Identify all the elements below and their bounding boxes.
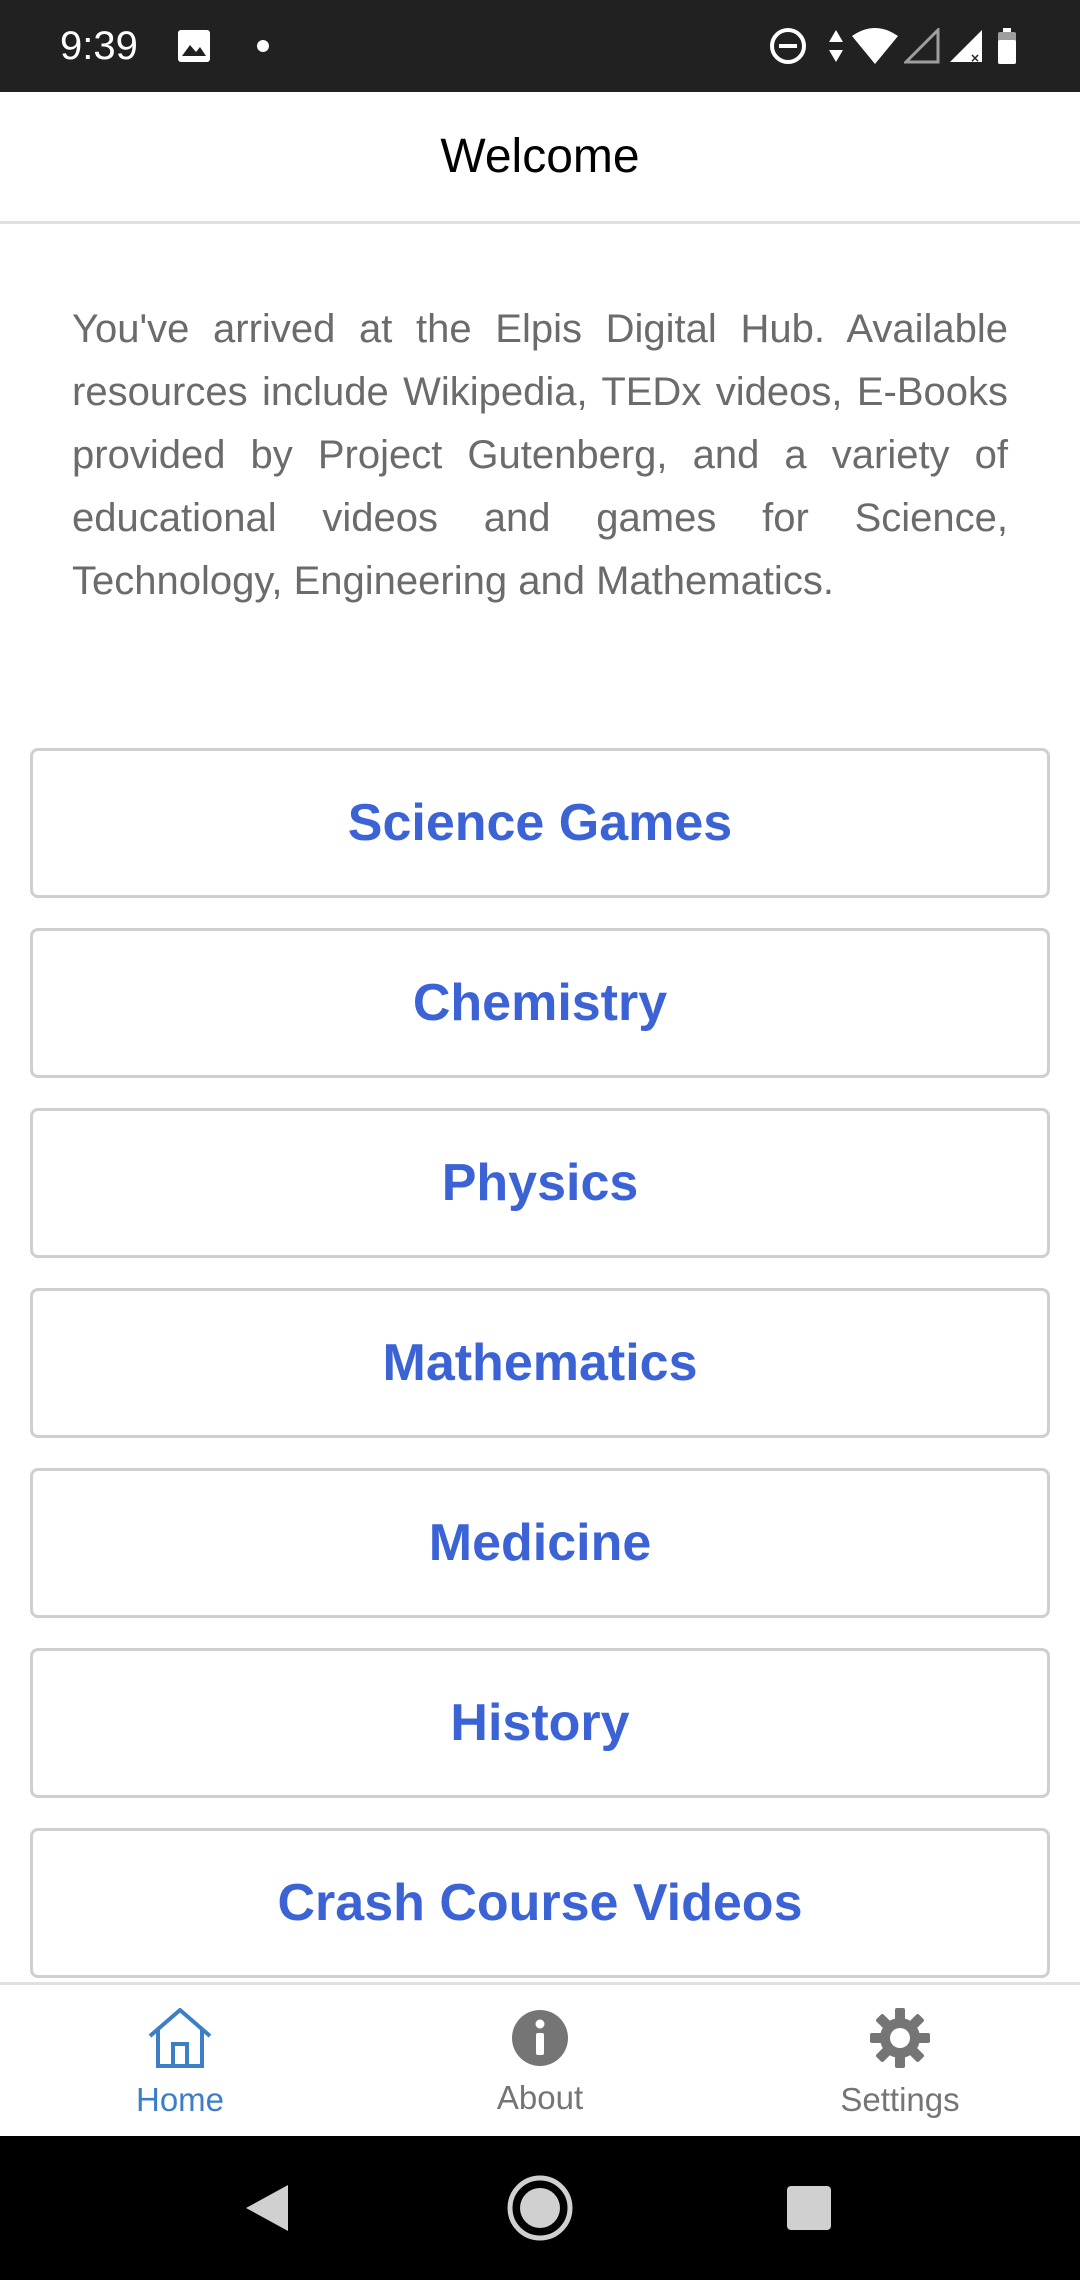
signal-empty-icon: [904, 0, 940, 92]
medicine-button[interactable]: Medicine: [30, 1468, 1050, 1618]
info-icon: [510, 2008, 570, 2073]
history-button[interactable]: History: [30, 1648, 1050, 1798]
main-content[interactable]: You've arrived at the Elpis Digital Hub.…: [0, 226, 1080, 1982]
tab-home[interactable]: Home: [0, 1985, 360, 2139]
image-icon: [176, 0, 212, 92]
home-nav-icon[interactable]: [506, 2136, 574, 2280]
wifi-icon: ×: [850, 0, 900, 92]
system-nav-bar: [0, 2136, 1080, 2280]
chemistry-button[interactable]: Chemistry: [30, 928, 1050, 1078]
back-icon[interactable]: [244, 2136, 290, 2280]
app-header: Welcome: [0, 92, 1080, 224]
tab-about-label: About: [496, 2078, 584, 2116]
home-icon: [146, 2006, 214, 2075]
status-bar: 9:39 × ×: [0, 0, 1080, 92]
signal-icon: ×: [948, 0, 984, 92]
tab-bar: Home About Settings: [0, 1982, 1080, 2136]
tab-about[interactable]: About: [360, 1985, 720, 2139]
svg-text:×: ×: [884, 50, 896, 66]
page-title: Welcome: [440, 130, 640, 183]
data-arrows-icon: [826, 0, 846, 92]
do-not-disturb-icon: [768, 0, 808, 92]
tab-settings-label: Settings: [840, 2080, 960, 2118]
tab-home-label: Home: [135, 2080, 225, 2118]
physics-button[interactable]: Physics: [30, 1108, 1050, 1258]
recents-icon[interactable]: [786, 2136, 832, 2280]
status-time: 9:39: [60, 24, 138, 68]
crash-course-videos-button[interactable]: Crash Course Videos: [30, 1828, 1050, 1978]
science-games-button[interactable]: Science Games: [30, 748, 1050, 898]
svg-text:×: ×: [970, 51, 980, 64]
intro-text: You've arrived at the Elpis Digital Hub.…: [72, 307, 1008, 603]
mathematics-button[interactable]: Mathematics: [30, 1288, 1050, 1438]
battery-icon: [996, 0, 1018, 92]
gear-icon: [868, 2006, 932, 2075]
dot-icon: [256, 0, 270, 92]
tab-settings[interactable]: Settings: [720, 1985, 1080, 2139]
